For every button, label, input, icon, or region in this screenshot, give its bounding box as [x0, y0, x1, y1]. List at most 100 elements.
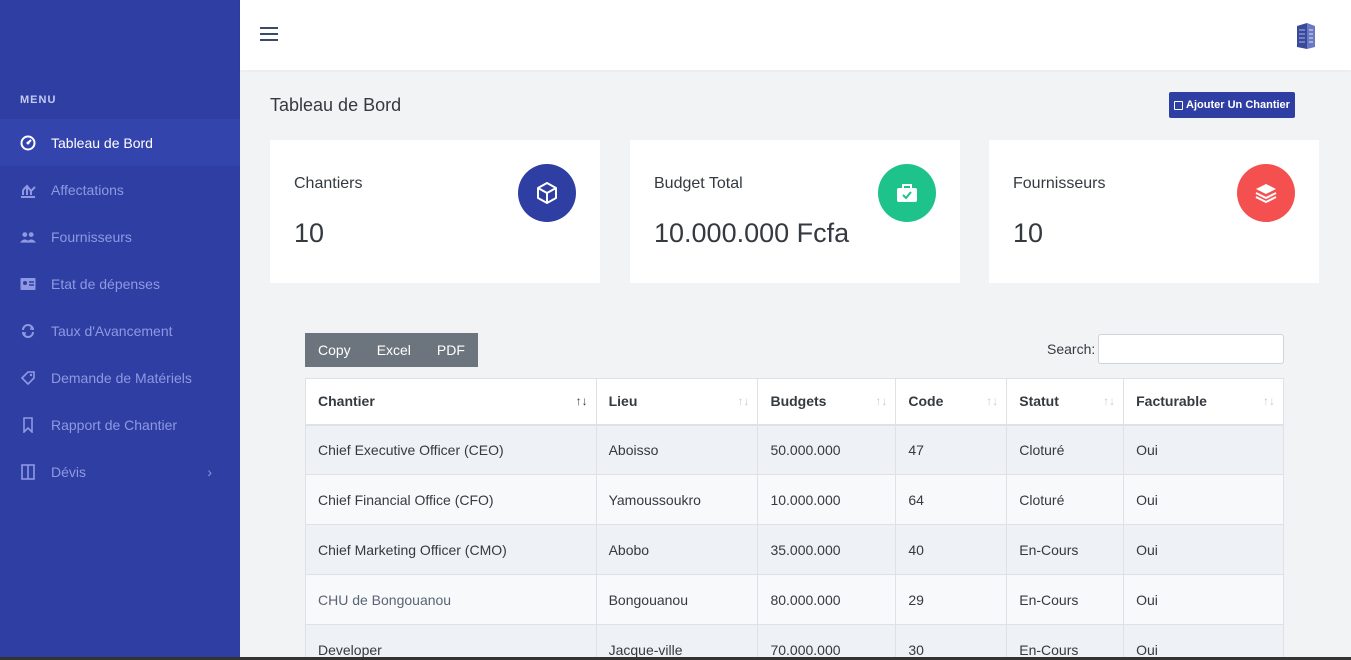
table-row[interactable]: Chief Financial Office (CFO) Yamoussoukr… [305, 474, 1284, 525]
column-header-label: Chantier [318, 393, 375, 410]
cell-chantier: Chief Executive Officer (CEO) [305, 424, 597, 475]
cell-budget: 50.000.000 [757, 424, 897, 475]
column-header-label: Budgets [770, 393, 827, 410]
cell-code: 30 [895, 624, 1008, 660]
id-card-icon [20, 276, 36, 292]
add-chantier-label: Ajouter Un Chantier [1186, 99, 1290, 111]
table-row[interactable]: CHU de Bongouanou Bongouanou 80.000.000 … [305, 574, 1284, 625]
pdf-button[interactable]: PDF [424, 333, 478, 367]
column-header-facturable[interactable]: Facturable ↑↓ [1123, 378, 1284, 426]
chart-icon [20, 182, 36, 198]
column-header-label: Statut [1019, 393, 1059, 410]
sidebar-item-label: Tableau de Bord [51, 134, 153, 151]
cell-statut: En-Cours [1006, 524, 1125, 575]
stat-label: Fournisseurs [1013, 175, 1106, 192]
cell-facturable: Oui [1123, 524, 1284, 575]
cell-budget: 70.000.000 [757, 624, 897, 660]
save-icon [1174, 100, 1184, 110]
cell-facturable: Oui [1123, 474, 1284, 525]
sort-icon: ↑↓ [986, 394, 999, 408]
cell-chantier: Chief Marketing Officer (CMO) [305, 524, 597, 575]
column-header-chantier[interactable]: Chantier ↑↓ [305, 378, 597, 426]
cell-code: 64 [895, 474, 1008, 525]
cell-lieu: Yamoussoukro [595, 474, 759, 525]
sidebar-item-affectations[interactable]: Affectations [0, 166, 240, 213]
dashboard-icon [20, 135, 36, 151]
excel-button[interactable]: Excel [364, 333, 424, 367]
stat-value: 10 [1013, 218, 1044, 248]
layers-icon [1237, 164, 1295, 222]
cell-chantier: Chief Financial Office (CFO) [305, 474, 597, 525]
sidebar-item-taux-d-avancement[interactable]: Taux d'Avancement [0, 307, 240, 354]
cell-statut: En-Cours [1006, 624, 1125, 660]
cell-code: 40 [895, 524, 1008, 575]
sidebar-item-demande-de-materiels[interactable]: Demande de Matériels [0, 354, 240, 401]
topbar [240, 0, 1351, 70]
table-row[interactable]: Chief Marketing Officer (CMO) Abobo 35.0… [305, 524, 1284, 575]
sidebar-item-label: Etat de dépenses [51, 275, 160, 292]
cell-lieu: Abobo [595, 524, 759, 575]
table-row[interactable]: Chief Executive Officer (CEO) Aboisso 50… [305, 424, 1284, 475]
cell-statut: En-Cours [1006, 574, 1125, 625]
copy-button[interactable]: Copy [305, 333, 364, 367]
chevron-right-icon: › [207, 463, 212, 480]
columns-icon [20, 463, 36, 480]
briefcase-icon [878, 164, 936, 222]
sidebar-item-label: Demande de Matériels [51, 369, 192, 386]
sidebar-item-rapport-de-chantier[interactable]: Rapport de Chantier [0, 401, 240, 448]
export-button-group: Copy Excel PDF [305, 333, 478, 367]
cell-lieu: Jacque-ville [595, 624, 759, 660]
stat-value: 10.000.000 Fcfa [654, 218, 850, 248]
sidebar-nav: Tableau de Bord Affectations Fournisseur… [0, 119, 240, 495]
sidebar-item-tableau-de-bord[interactable]: Tableau de Bord [0, 119, 240, 166]
tag-icon [20, 370, 36, 386]
sidebar-item-fournisseurs[interactable]: Fournisseurs [0, 213, 240, 260]
cell-chantier: CHU de Bongouanou [305, 574, 597, 625]
cell-budget: 10.000.000 [757, 474, 897, 525]
sort-icon: ↑↓ [1103, 394, 1116, 408]
sort-icon: ↑↓ [1263, 394, 1275, 408]
sidebar-item-label: Rapport de Chantier [51, 416, 178, 433]
stat-value: 10 [294, 218, 325, 248]
column-header-statut[interactable]: Statut ↑↓ [1006, 378, 1125, 426]
sidebar: MENU Tableau de Bord Affectations Fourni… [0, 0, 240, 660]
sidebar-item-etat-de-depenses[interactable]: Etat de dépenses [0, 260, 240, 307]
cell-lieu: Aboisso [595, 424, 759, 475]
add-chantier-button[interactable]: Ajouter Un Chantier [1169, 92, 1295, 118]
users-icon [20, 229, 36, 245]
sync-icon [20, 323, 36, 339]
chantiers-table: Chantier ↑↓ Lieu ↑↓ Budgets ↑↓ Code ↑↓ Statu… [305, 378, 1284, 660]
cell-chantier: Developer [305, 624, 597, 660]
cube-icon [518, 164, 576, 222]
sort-icon: ↑↓ [737, 394, 750, 408]
column-header-code[interactable]: Code ↑↓ [895, 378, 1008, 426]
stat-label: Chantiers [294, 175, 363, 192]
cell-budget: 80.000.000 [757, 574, 897, 625]
column-header-lieu[interactable]: Lieu ↑↓ [595, 378, 759, 426]
bookmark-icon [20, 416, 36, 433]
stat-label: Budget Total [654, 175, 743, 192]
column-header-budgets[interactable]: Budgets ↑↓ [757, 378, 897, 426]
stat-card-fournisseurs: Fournisseurs 10 [989, 140, 1319, 283]
sort-icon: ↑↓ [875, 394, 888, 408]
sidebar-item-label: Fournisseurs [51, 228, 132, 245]
search-label: Search: [1047, 341, 1096, 357]
stat-card-chantiers: Chantiers 10 [270, 140, 600, 283]
cell-code: 29 [895, 574, 1008, 625]
menu-title: MENU [20, 94, 57, 106]
cell-statut: Cloturé [1006, 474, 1125, 525]
cell-budget: 35.000.000 [757, 524, 897, 575]
sidebar-item-label: Taux d'Avancement [51, 322, 173, 339]
column-header-label: Lieu [608, 393, 638, 410]
sidebar-item-devis[interactable]: Dévis › [0, 448, 240, 495]
cell-lieu: Bongouanou [595, 574, 759, 625]
cell-statut: Cloturé [1006, 424, 1125, 475]
search-input[interactable] [1098, 334, 1284, 364]
table-row[interactable]: Developer Jacque-ville 70.000.000 30 En-… [305, 624, 1284, 660]
cell-facturable: Oui [1123, 424, 1284, 475]
building-logo-icon[interactable] [1295, 22, 1317, 50]
stat-card-budget: Budget Total 10.000.000 Fcfa [630, 140, 960, 283]
sidebar-item-label: Affectations [51, 181, 124, 198]
cell-code: 47 [895, 424, 1008, 475]
hamburger-menu-icon[interactable] [260, 27, 280, 43]
